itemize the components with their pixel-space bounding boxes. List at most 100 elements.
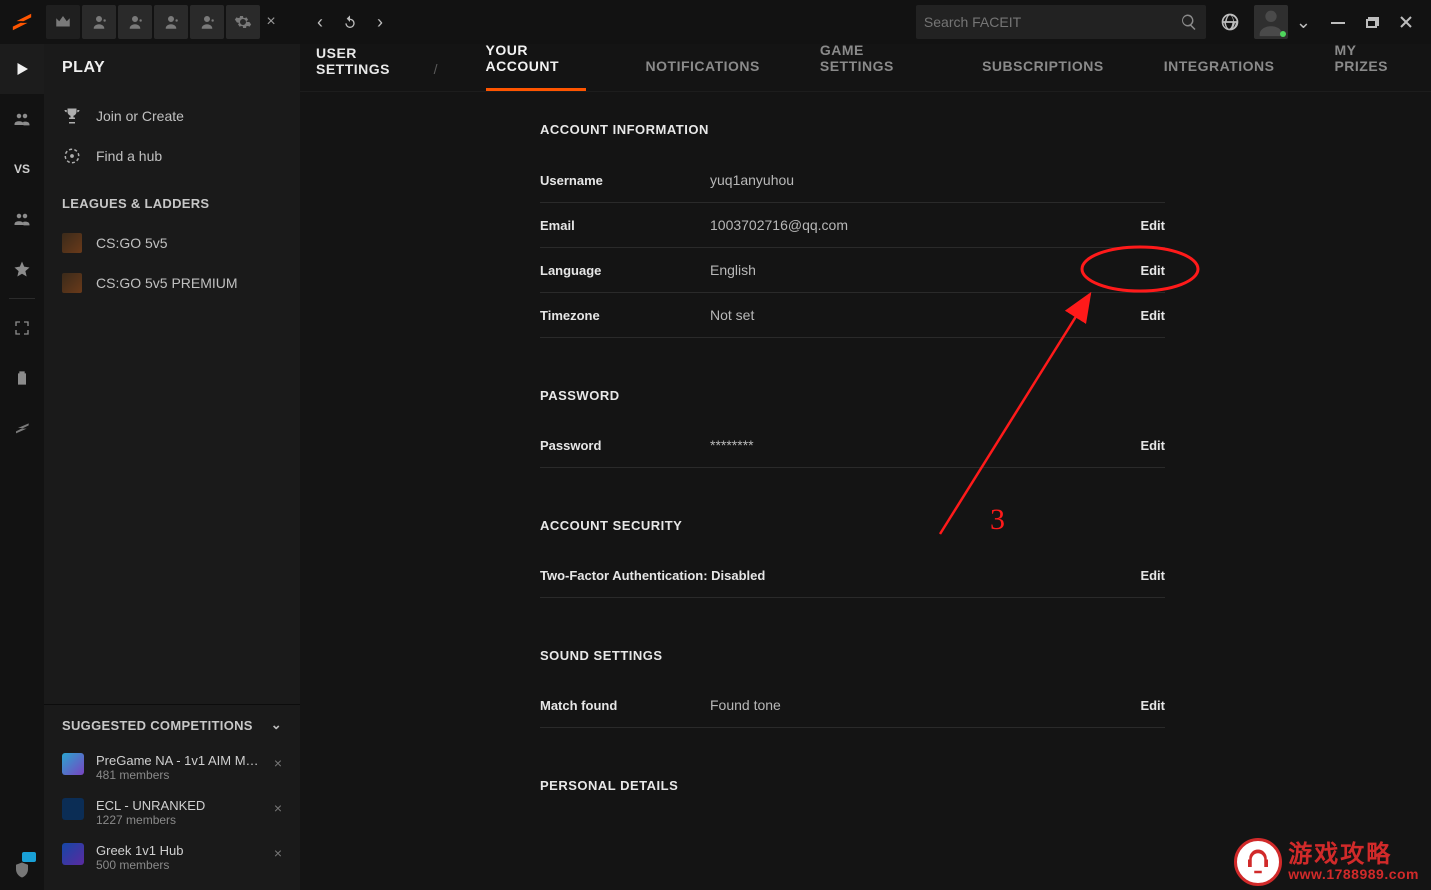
row-label: Language [540,263,710,278]
tab-my-prizes[interactable]: MY PRIZES [1334,44,1401,91]
sidebar-item-join-or-create[interactable]: Join or Create [44,96,300,136]
row-email: Email 1003702716@qq.com Edit [540,203,1165,248]
content-area: USER SETTINGS / YOUR ACCOUNT NOTIFICATIO… [300,44,1431,890]
section-security-title: ACCOUNT SECURITY [540,512,1431,553]
sidebar-item-label: CS:GO 5v5 PREMIUM [96,275,238,291]
suggested-item-name: PreGame NA - 1v1 AIM M… [96,753,266,768]
faceit-logo-icon[interactable] [0,0,44,44]
target-icon [62,146,82,166]
twofa-status: Disabled [711,568,765,583]
edit-email-button[interactable]: Edit [1140,218,1165,233]
tab-game-settings[interactable]: GAME SETTINGS [820,44,922,91]
rail-faceit-icon[interactable] [0,403,44,453]
rail-friends[interactable] [0,94,44,144]
user-menu-chevron-icon[interactable]: ⌄ [1296,12,1311,33]
trophy-icon [62,106,82,126]
rail-play[interactable] [0,44,44,94]
section-account-info-title: ACCOUNT INFORMATION [540,116,1431,157]
row-label: Username [540,173,710,188]
suggested-item[interactable]: ECL - UNRANKED 1227 members × [44,790,300,835]
row-username: Username yuq1anyuhou [540,158,1165,203]
window-maximize-button[interactable] [1361,15,1383,29]
section-sound-title: SOUND SETTINGS [540,642,1431,683]
chevron-down-icon: ⌄ [271,717,282,733]
search-box[interactable] [916,5,1206,39]
sidebar-item-find-hub[interactable]: Find a hub [44,136,300,176]
suggested-item-close[interactable]: × [270,798,286,818]
csgo-icon [62,273,82,293]
rail-shield[interactable] [0,850,44,890]
settings-body: ACCOUNT INFORMATION Username yuq1anyuhou… [300,92,1431,890]
tab-notifications[interactable]: NOTIFICATIONS [646,58,760,91]
row-value: ******** [710,437,1140,453]
suggested-item-close[interactable]: × [270,843,286,863]
titlebar-tab-friend-2[interactable] [118,5,152,39]
nav-forward-button[interactable]: › [368,0,392,44]
titlebar-tab-settings[interactable] [226,5,260,39]
row-value: English [710,262,1140,278]
rail-clipboard[interactable] [0,353,44,403]
edit-language-button[interactable]: Edit [1140,263,1165,278]
row-language: Language English Edit [540,248,1165,293]
sidebar-league-csgo-5v5[interactable]: CS:GO 5v5 [44,223,300,263]
suggested-item-icon [62,843,84,865]
suggested-item-icon [62,753,84,775]
titlebar-tab-friend-1[interactable] [82,5,116,39]
row-value: Not set [710,307,1140,323]
row-label: Two-Factor Authentication: Disabled [540,568,1140,583]
window-minimize-button[interactable] [1327,15,1349,29]
titlebar: × ‹ › ⌄ [0,0,1431,44]
search-input[interactable] [924,14,1180,30]
suggested-item[interactable]: Greek 1v1 Hub 500 members × [44,835,300,880]
rail-star[interactable] [0,244,44,294]
rail-fullscreen[interactable] [0,303,44,353]
suggested-item-name: ECL - UNRANKED [96,798,266,813]
row-value: Found tone [710,697,1140,713]
edit-match-found-button[interactable]: Edit [1140,698,1165,713]
rail-vs[interactable]: VS [0,144,44,194]
nav-refresh-button[interactable] [338,0,362,44]
suggested-competitions-panel: SUGGESTED COMPETITIONS ⌄ PreGame NA - 1v… [44,704,300,890]
search-icon[interactable] [1180,13,1198,31]
edit-timezone-button[interactable]: Edit [1140,308,1165,323]
nav-back-button[interactable]: ‹ [308,0,332,44]
titlebar-tab-crown[interactable] [46,5,80,39]
suggested-item[interactable]: PreGame NA - 1v1 AIM M… 481 members × [44,745,300,790]
row-timezone: Timezone Not set Edit [540,293,1165,338]
sidebar-header: PLAY [44,44,300,92]
rail-groups[interactable] [0,194,44,244]
section-personal-title: PERSONAL DETAILS [540,772,1431,813]
suggested-item-name: Greek 1v1 Hub [96,843,266,858]
row-label: Password [540,438,710,453]
tab-your-account[interactable]: YOUR ACCOUNT [486,44,586,91]
edit-password-button[interactable]: Edit [1140,438,1165,453]
titlebar-tab-friend-4[interactable] [190,5,224,39]
tab-subscriptions[interactable]: SUBSCRIPTIONS [982,58,1104,91]
tab-integrations[interactable]: INTEGRATIONS [1164,58,1275,91]
left-rail: VS [0,44,44,890]
csgo-icon [62,233,82,253]
row-password: Password ******** Edit [540,423,1165,468]
user-avatar[interactable] [1254,5,1288,39]
globe-icon[interactable] [1220,12,1240,32]
breadcrumb-slash: / [416,61,456,91]
row-value: yuq1anyuhou [710,172,1165,188]
row-label: Email [540,218,710,233]
suggested-item-close[interactable]: × [270,753,286,773]
sidebar-section-leagues: LEAGUES & LADDERS [44,180,300,219]
presence-indicator [1280,31,1286,37]
titlebar-tab-friend-3[interactable] [154,5,188,39]
close-tab-button[interactable]: × [260,13,282,31]
sidebar-item-label: Join or Create [96,108,184,124]
row-label: Timezone [540,308,710,323]
edit-twofa-button[interactable]: Edit [1140,568,1165,583]
suggested-item-members: 481 members [96,768,270,782]
row-twofa: Two-Factor Authentication: Disabled Edit [540,553,1165,598]
sidebar-league-csgo-5v5-premium[interactable]: CS:GO 5v5 PREMIUM [44,263,300,303]
settings-tabs: USER SETTINGS / YOUR ACCOUNT NOTIFICATIO… [300,44,1431,92]
section-password-title: PASSWORD [540,382,1431,423]
window-close-button[interactable] [1395,15,1417,29]
sidebar: PLAY Join or Create Find a hub LEAGUES &… [44,44,300,890]
suggested-header[interactable]: SUGGESTED COMPETITIONS ⌄ [44,705,300,745]
sidebar-item-label: CS:GO 5v5 [96,235,168,251]
